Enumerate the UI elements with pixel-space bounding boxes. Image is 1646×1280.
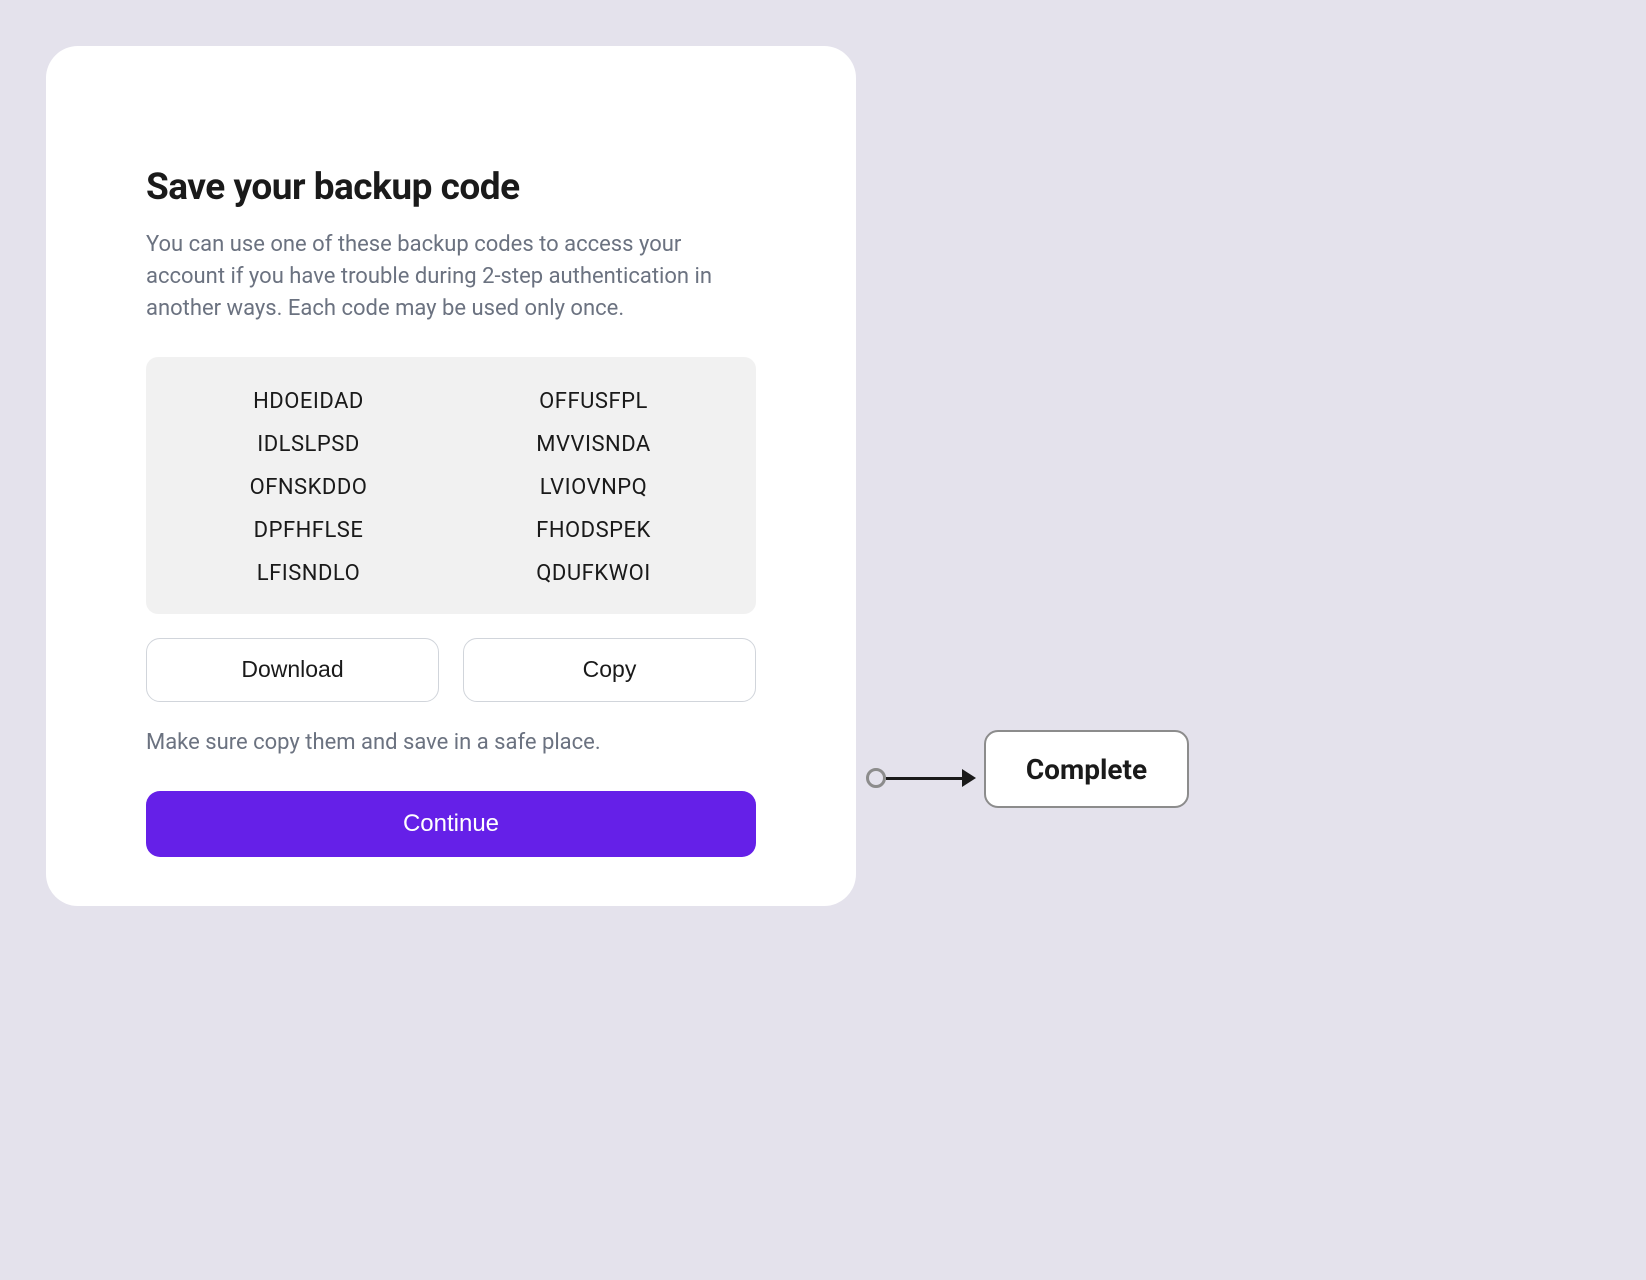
copy-button[interactable]: Copy xyxy=(463,638,756,702)
hint-text: Make sure copy them and save in a safe p… xyxy=(146,730,756,755)
arrow-start-icon xyxy=(866,768,886,788)
backup-code: LFISNDLO xyxy=(257,561,360,586)
arrow-head-icon xyxy=(962,769,976,787)
backup-code: FHODSPEK xyxy=(536,518,651,543)
backup-code: OFNSKDDO xyxy=(250,475,368,500)
backup-code: OFFUSFPL xyxy=(539,389,648,414)
arrow-line-icon xyxy=(886,777,962,780)
backup-code: IDLSLPSD xyxy=(257,432,360,457)
continue-button[interactable]: Continue xyxy=(146,791,756,857)
action-button-row: Download Copy xyxy=(146,638,756,702)
backup-code: DPFHFLSE xyxy=(254,518,364,543)
backup-code-card: Save your backup code You can use one of… xyxy=(46,46,856,906)
backup-codes-box: HDOEIDAD IDLSLPSD OFNSKDDO DPFHFLSE LFIS… xyxy=(146,357,756,614)
codes-column-right: OFFUSFPL MVVISNDA LVIOVNPQ FHODSPEK QDUF… xyxy=(451,385,736,586)
download-button[interactable]: Download xyxy=(146,638,439,702)
page-title: Save your backup code xyxy=(146,166,756,209)
backup-code: LVIOVNPQ xyxy=(540,475,648,500)
backup-code: QDUFKWOI xyxy=(536,561,650,586)
annotation-arrow xyxy=(866,768,976,788)
description-text: You can use one of these backup codes to… xyxy=(146,229,756,325)
codes-column-left: HDOEIDAD IDLSLPSD OFNSKDDO DPFHFLSE LFIS… xyxy=(166,385,451,586)
complete-annotation-badge: Complete xyxy=(984,730,1189,808)
backup-code: MVVISNDA xyxy=(536,432,651,457)
backup-code: HDOEIDAD xyxy=(253,389,364,414)
